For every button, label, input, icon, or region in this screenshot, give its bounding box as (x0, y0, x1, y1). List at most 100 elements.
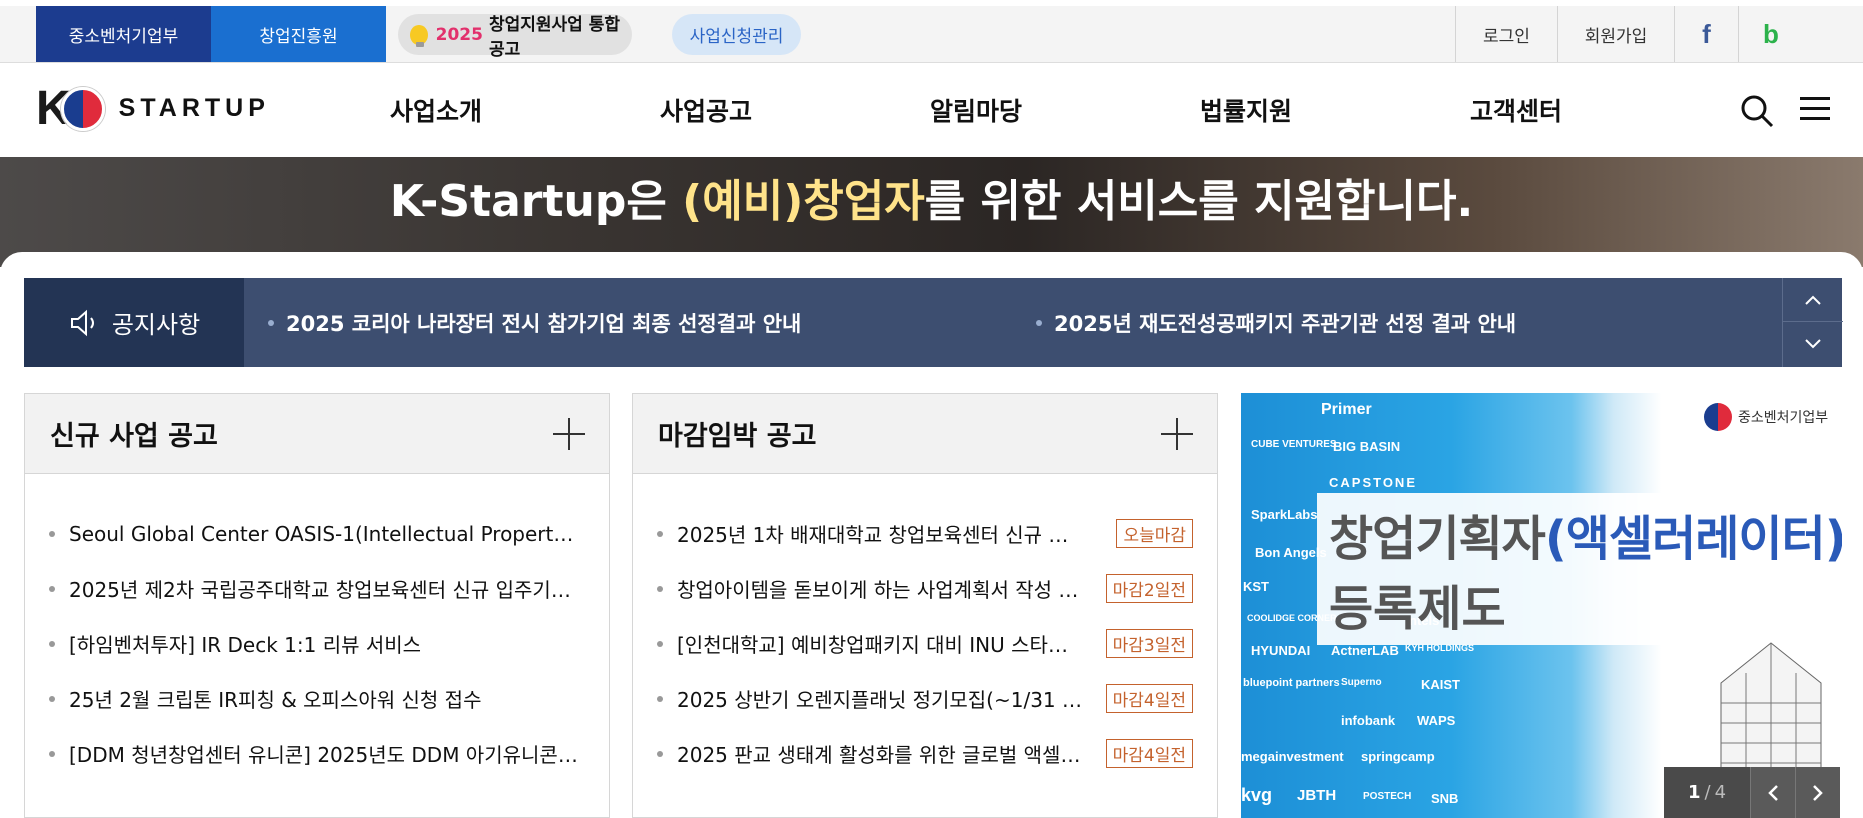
list-item[interactable]: [하임벤처투자] IR Deck 1:1 리뷰 서비스 (25, 616, 609, 671)
integrated-notice-link[interactable]: 2025 창업지원사업 통합공고 (398, 14, 632, 60)
list-item[interactable]: 2025 상반기 오렌지플래닛 정기모집(~1/31 마감) 마감4일전 (633, 671, 1217, 726)
bullet-icon (657, 530, 663, 537)
ministry-tab[interactable]: 중소벤처기업부 (36, 6, 211, 62)
list-item[interactable]: 2025년 1차 배재대학교 창업보육센터 신규 입주기업 모집 오늘마감 (633, 506, 1217, 561)
list-item[interactable]: Seoul Global Center OASIS-1(Intellectual… (25, 506, 609, 561)
nav-legal-support[interactable]: 법률지원 (1200, 63, 1470, 157)
partner-logo: CUBE VENTURES (1251, 439, 1337, 450)
deadline-announcements-box: 마감임박 공고 2025년 1차 배재대학교 창업보육센터 신규 입주기업 모집… (632, 393, 1218, 818)
list-item-text: 2025년 1차 배재대학교 창업보육센터 신규 입주기업 모집 (677, 523, 1085, 547)
slide-next-button[interactable] (1795, 767, 1840, 818)
plus-icon[interactable] (1161, 418, 1193, 450)
partner-logo: SNB (1431, 791, 1459, 806)
box-header: 신규 사업 공고 (25, 394, 609, 474)
taeguk-icon (60, 86, 105, 131)
partner-logo: POSTECH (1363, 791, 1412, 802)
login-link[interactable]: 로그인 (1455, 6, 1557, 62)
chevron-right-icon (1813, 784, 1823, 801)
bullet-icon (657, 640, 663, 647)
slogan-pre: K-Startup은 (389, 176, 683, 227)
chevron-down-icon (1805, 339, 1821, 349)
notice-item[interactable]: 2025 코리아 나라장터 전시 참가기업 최종 선정결과 안내 (268, 278, 801, 367)
site-logo[interactable]: K STARTUP (36, 81, 270, 136)
deadline-badge: 마감2일전 (1105, 574, 1193, 603)
slogan-highlight: (예비)창업자 (682, 176, 925, 227)
promo-text: 창업지원사업 통합공고 (488, 14, 620, 60)
notice-item[interactable]: 2025년 재도전성공패키지 주관기관 선정 결과 안내 (1036, 278, 1516, 367)
hero-slogan: K-Startup은 (예비)창업자를 위한 서비스를 지원합니다. (0, 165, 1863, 229)
box-title: 신규 사업 공고 (50, 421, 218, 452)
current-slide: 1 (1687, 782, 1701, 803)
total-slides: 4 (1714, 782, 1727, 803)
deadline-badge: 마감4일전 (1105, 739, 1193, 768)
utility-bar: 중소벤처기업부 창업진흥원 2025 창업지원사업 통합공고 사업신청관리 로그… (0, 6, 1863, 63)
partner-logo: HYUNDAI (1251, 643, 1311, 658)
agency-tabs: 중소벤처기업부 창업진흥원 (36, 6, 386, 62)
facebook-icon[interactable]: f (1674, 6, 1738, 62)
notice-prev-button[interactable] (1783, 278, 1843, 322)
partner-logo: Primer (1321, 401, 1372, 418)
partner-logo: springcamp (1361, 749, 1435, 764)
nav-customer-center[interactable]: 고객센터 (1470, 63, 1740, 157)
partner-logo: KST (1243, 579, 1269, 594)
list-item[interactable]: 2025 판교 생태계 활성화를 위한 글로벌 액셀러레이팅 마감4일전 (633, 726, 1217, 781)
partner-logo: ActnerLAB (1331, 643, 1399, 658)
list-item-text: 25년 2월 크립톤 IR피칭 & 오피스아워 신청 접수 (69, 688, 482, 712)
deadline-badge: 마감4일전 (1105, 684, 1193, 713)
nav-news[interactable]: 알림마당 (930, 63, 1200, 157)
search-icon[interactable] (1740, 94, 1774, 128)
list-item-text: [하임벤처투자] IR Deck 1:1 리뷰 서비스 (69, 633, 422, 657)
apply-manage-link[interactable]: 사업신청관리 (672, 14, 801, 55)
deadline-badge: 마감3일전 (1105, 629, 1193, 658)
box-title: 마감임박 공고 (658, 421, 817, 452)
slogan-post: 를 위한 서비스를 지원합니다. (924, 176, 1474, 227)
partner-logo: WAPS (1417, 713, 1456, 728)
user-links: 로그인 회원가입 f b (1455, 6, 1803, 62)
blog-icon[interactable]: b (1738, 6, 1803, 62)
partner-logo: bluepoint partners (1243, 677, 1340, 689)
notice-controls (1782, 278, 1843, 367)
slide-counter: 1 / 4 (1664, 767, 1750, 818)
promo-year: 2025 (435, 24, 483, 45)
list-item[interactable]: 2025년 제2차 국립공주대학교 창업보육센터 신규 입주기업 모집 공고 (25, 561, 609, 616)
partner-logo: infobank (1341, 713, 1396, 728)
partner-logo: Bon Angels (1255, 545, 1327, 560)
slide-prev-button[interactable] (1750, 767, 1795, 818)
bullet-icon (657, 585, 663, 592)
plus-icon[interactable] (553, 418, 585, 450)
bullet-icon (49, 585, 55, 592)
notice-item-text: 2025년 재도전성공패키지 주관기관 선정 결과 안내 (1054, 311, 1517, 336)
signup-link[interactable]: 회원가입 (1557, 6, 1674, 62)
bullet-icon (657, 750, 663, 757)
chevron-up-icon (1805, 295, 1821, 305)
list-item[interactable]: [인천대학교] 예비창업패키지 대비 INU 스타트업 캠프 마감3일전 (633, 616, 1217, 671)
partner-logo: BIG BASIN (1333, 439, 1401, 454)
list-item[interactable]: [DDM 청년창업센터 유니콘] 2025년도 DDM 아기유니콘 모집 공고 (25, 726, 609, 781)
notice-label: 공지사항 (24, 278, 244, 367)
partner-logo: JBTH (1297, 787, 1337, 804)
list-item-text: 2025 상반기 오렌지플래닛 정기모집(~1/31 마감) (677, 688, 1085, 712)
partner-logo: SparkLabs (1251, 507, 1318, 522)
notice-title: 공지사항 (111, 311, 201, 339)
notice-next-button[interactable] (1783, 322, 1843, 366)
partner-logo: Superno (1341, 677, 1382, 688)
deadline-badge: 오늘마감 (1116, 519, 1193, 548)
lightbulb-icon (410, 24, 428, 47)
ministry-seal-icon (1704, 403, 1732, 431)
promo-banner[interactable]: Primer CUBE VENTURES BIG BASIN CAPSTONE … (1241, 393, 1842, 818)
nav-business-notice[interactable]: 사업공고 (660, 63, 930, 157)
list-item[interactable]: 창업아이템을 돋보이게 하는 사업계획서 작성 특강 마감2일전 (633, 561, 1217, 616)
box-header: 마감임박 공고 (633, 394, 1217, 474)
hamburger-menu-icon[interactable] (1800, 95, 1830, 123)
partner-logo: megainvestment (1241, 749, 1344, 764)
partner-logo: CAPSTONE (1329, 475, 1417, 490)
nav-business-intro[interactable]: 사업소개 (390, 63, 660, 157)
list-item[interactable]: 25년 2월 크립톤 IR피칭 & 오피스아워 신청 접수 (25, 671, 609, 726)
agency-tab[interactable]: 창업진흥원 (211, 6, 386, 62)
promo-title-part1: 창업기획자 (1329, 511, 1546, 567)
list-item-text: 2025 판교 생태계 활성화를 위한 글로벌 액셀러레이팅 (677, 743, 1085, 767)
bullet-icon (1036, 319, 1042, 326)
main-nav: 사업소개 사업공고 알림마당 법률지원 고객센터 (390, 63, 1740, 157)
bullet-icon (268, 319, 274, 326)
list-item-text: 창업아이템을 돋보이게 하는 사업계획서 작성 특강 (677, 578, 1085, 602)
